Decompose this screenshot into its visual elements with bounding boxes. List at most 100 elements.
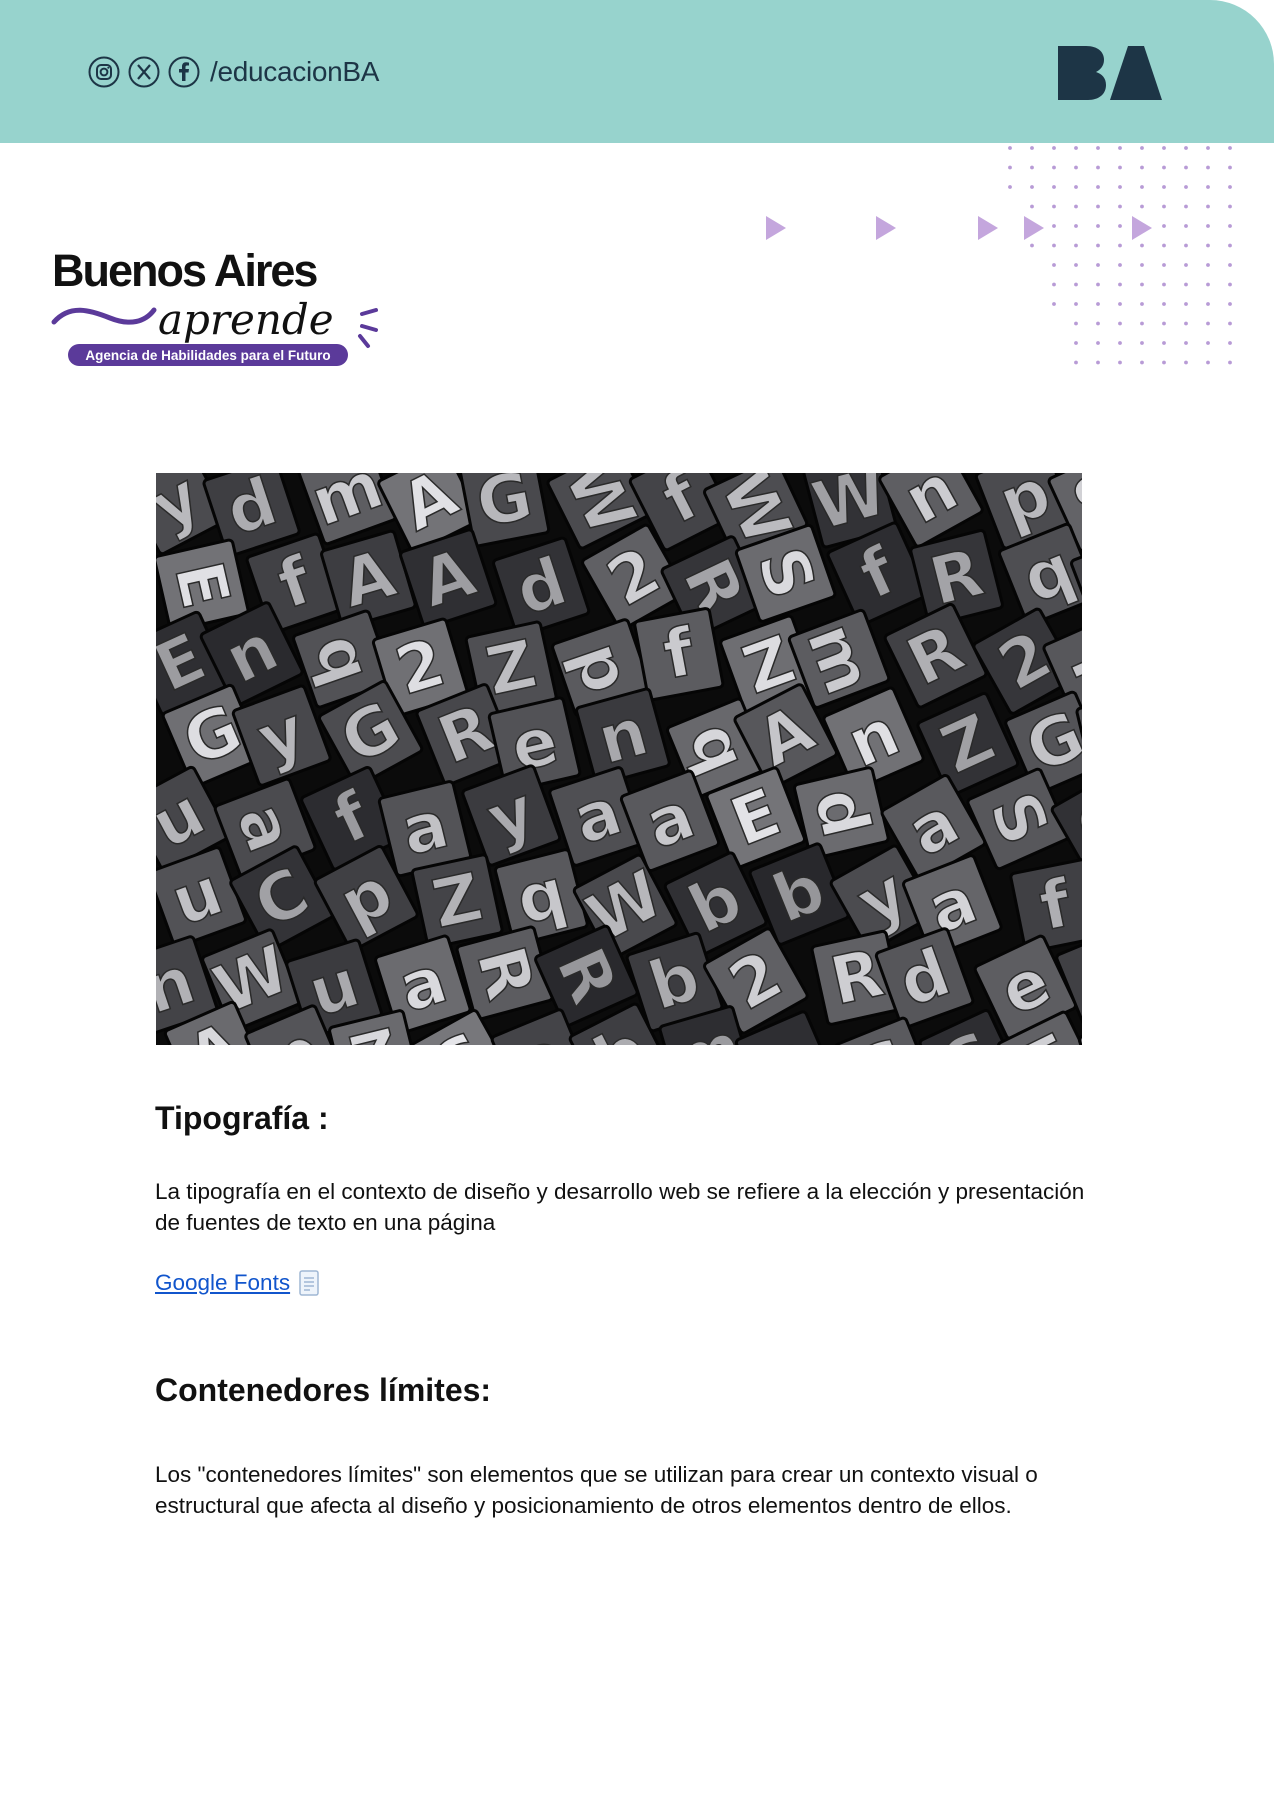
- decorative-dot: [1052, 243, 1056, 248]
- decorative-dot: [1206, 146, 1210, 150]
- decorative-dot: [1008, 165, 1012, 170]
- decorative-dot: [1162, 263, 1166, 267]
- decorative-dot: [1162, 165, 1166, 170]
- decorative-dot: [1184, 341, 1188, 345]
- decorative-dot: [1206, 360, 1210, 365]
- decorative-dot: [1096, 263, 1100, 267]
- decorative-dot: [1052, 204, 1056, 209]
- decorative-dot: [1184, 185, 1188, 189]
- type-block: f: [633, 607, 725, 702]
- decorative-dot: [1074, 185, 1078, 189]
- decorative-dot: [1162, 243, 1166, 248]
- arrow-icon: [1024, 216, 1044, 240]
- decorative-dot: [1118, 321, 1122, 326]
- decorative-dot: [1228, 204, 1232, 209]
- decorative-dot: [1074, 204, 1078, 209]
- decorative-dot: [1074, 146, 1078, 150]
- hero-letterpress-photo: ydmAGWfWWnpSEfAAd2RSfRquEnq2ZpfZmR2fGyGR…: [156, 473, 1082, 1045]
- decorative-dot: [1096, 243, 1100, 248]
- decorative-dot: [1206, 224, 1210, 228]
- section-body-tipografia: La tipografía en el contexto de diseño y…: [155, 1179, 1085, 1235]
- decorative-dot: [1184, 165, 1188, 170]
- decorative-dot: [1162, 321, 1166, 326]
- decorative-dot: [1118, 360, 1122, 365]
- decorative-dot: [1140, 282, 1144, 287]
- facebook-icon[interactable]: [168, 56, 200, 88]
- decorative-dot: [1052, 165, 1056, 170]
- type-block: d: [793, 766, 890, 860]
- decorative-dot: [1074, 321, 1078, 326]
- decorative-dot: [1096, 146, 1100, 150]
- svg-text:Buenos Aires: Buenos Aires: [52, 245, 317, 296]
- decorative-dot: [1096, 204, 1100, 209]
- social-handle[interactable]: /educacionBA: [210, 56, 379, 88]
- decorative-dot: [1184, 146, 1188, 150]
- decorative-dot: [1074, 165, 1078, 170]
- decorative-dot: [1206, 204, 1210, 209]
- decorative-dot: [1118, 165, 1122, 170]
- decorative-dot: [1118, 302, 1122, 306]
- decorative-dot: [1074, 360, 1078, 365]
- decorative-dot: [1118, 341, 1122, 345]
- decorative-dot: [1228, 302, 1232, 306]
- svg-text:aprende: aprende: [158, 295, 334, 344]
- decorative-dot: [1140, 263, 1144, 267]
- decorative-dot: [1096, 321, 1100, 326]
- section-title-tipografia: Tipografía :: [155, 1100, 329, 1136]
- decorative-dot: [1074, 263, 1078, 267]
- buenos-aires-aprende-logo: Buenos Aires aprende Agencia de Habilida…: [51, 245, 378, 366]
- decorative-dot: [1228, 243, 1232, 248]
- document-icon: [299, 1270, 319, 1296]
- decorative-dot: [1228, 185, 1232, 189]
- decorative-dot: [1206, 341, 1210, 345]
- decorative-dot: [1074, 243, 1078, 248]
- decorative-dot: [1030, 243, 1034, 248]
- decorative-dot: [1184, 302, 1188, 306]
- decorative-dot: [1162, 341, 1166, 345]
- decorative-dot-grid: [1008, 146, 1232, 365]
- google-fonts-link-row: Google Fonts: [155, 1270, 320, 1296]
- decorative-dot: [1162, 360, 1166, 365]
- decorative-dot: [1140, 243, 1144, 248]
- decorative-dot: [1008, 146, 1012, 150]
- decorative-dot: [1206, 165, 1210, 170]
- decorative-dot: [1052, 302, 1056, 306]
- decorative-dot: [1162, 146, 1166, 150]
- decorative-dot: [1184, 360, 1188, 365]
- decorative-dot: [1118, 204, 1122, 209]
- decorative-dot: [1140, 341, 1144, 345]
- decorative-dot: [1140, 165, 1144, 170]
- instagram-icon[interactable]: [88, 56, 120, 88]
- decorative-dot: [1118, 282, 1122, 287]
- decorative-dot: [1118, 243, 1122, 248]
- decorative-dot: [1074, 282, 1078, 287]
- arrow-icon: [978, 216, 998, 240]
- decorative-dot: [1228, 282, 1232, 287]
- decorative-dot: [1074, 302, 1078, 306]
- type-block: Z: [410, 853, 504, 950]
- arrow-icon: [876, 216, 896, 240]
- decorative-dot: [1162, 224, 1166, 228]
- social-links: /educacionBA: [88, 54, 379, 90]
- section-title-contenedores: Contenedores límites:: [155, 1372, 492, 1408]
- decorative-dot: [1074, 341, 1078, 345]
- decorative-dot: [1206, 263, 1210, 267]
- decorative-dot: [1096, 302, 1100, 306]
- decorative-dot: [1228, 263, 1232, 267]
- decorative-dot: [1206, 282, 1210, 287]
- decorative-dot: [1030, 185, 1034, 189]
- google-fonts-link[interactable]: Google Fonts: [155, 1270, 290, 1296]
- decorative-dot: [1206, 302, 1210, 306]
- decorative-arrows: [766, 216, 1152, 240]
- decorative-dot: [1184, 224, 1188, 228]
- decorative-dot: [1228, 224, 1232, 228]
- decorative-dot: [1140, 185, 1144, 189]
- decorative-dot: [1228, 146, 1232, 150]
- decorative-dot: [1096, 185, 1100, 189]
- decorative-dot: [1206, 185, 1210, 189]
- arrow-icon: [1132, 216, 1152, 240]
- decorative-dot: [1052, 146, 1056, 150]
- decorative-dot: [1096, 282, 1100, 287]
- decorative-dot: [1140, 302, 1144, 306]
- x-icon[interactable]: [128, 56, 160, 88]
